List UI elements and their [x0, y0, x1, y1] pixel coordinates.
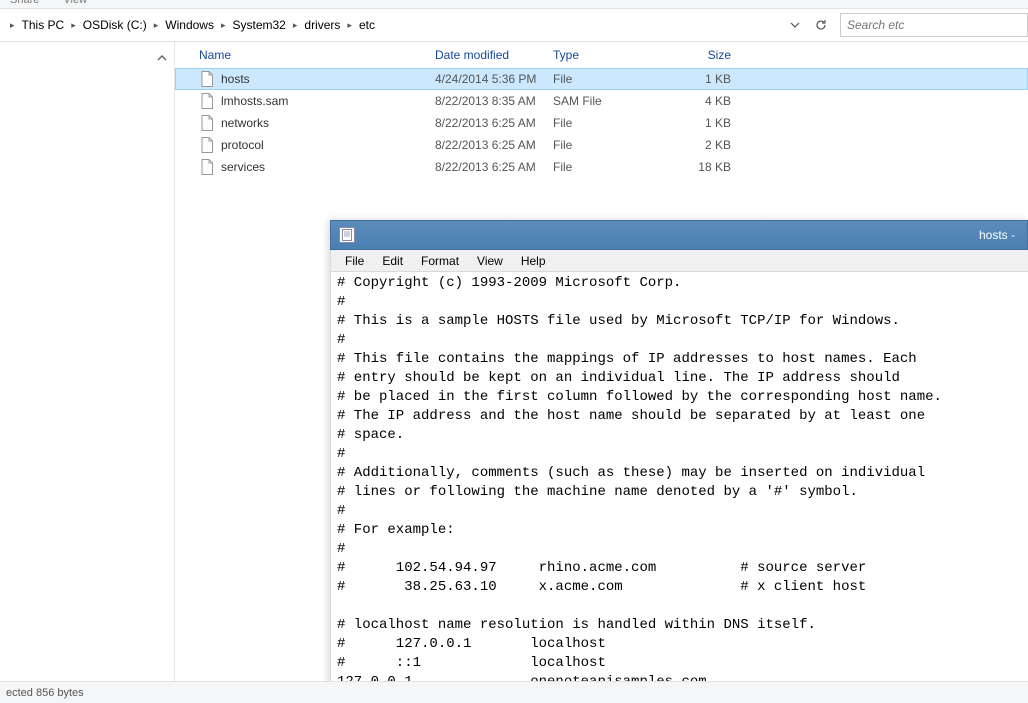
- file-size: 4 KB: [671, 94, 731, 108]
- chevron-right-icon[interactable]: ▸: [71, 20, 76, 31]
- file-type: File: [553, 116, 671, 130]
- chevron-right-icon[interactable]: ▸: [154, 20, 159, 31]
- breadcrumb-item[interactable]: drivers: [301, 13, 343, 37]
- column-headers[interactable]: Name Date modified Type Size: [175, 42, 1028, 68]
- file-row[interactable]: hosts 4/24/2014 5:36 PMFile1 KB: [175, 68, 1028, 90]
- address-bar: ▸ This PC ▸ OSDisk (C:) ▸ Windows ▸ Syst…: [0, 8, 1028, 42]
- file-date: 8/22/2013 6:25 AM: [435, 138, 553, 152]
- notepad-titlebar[interactable]: hosts -: [330, 220, 1028, 250]
- file-size: 1 KB: [671, 116, 731, 130]
- file-date: 8/22/2013 6:25 AM: [435, 160, 553, 174]
- search-box[interactable]: [840, 13, 1028, 37]
- breadcrumb-item[interactable]: etc: [356, 13, 378, 37]
- chevron-right-icon[interactable]: ▸: [293, 20, 298, 31]
- file-type: File: [553, 160, 671, 174]
- scroll-up-icon[interactable]: [154, 50, 170, 66]
- breadcrumb-item[interactable]: This PC: [19, 13, 68, 37]
- file-type: File: [553, 138, 671, 152]
- menu-edit[interactable]: Edit: [374, 252, 411, 270]
- file-date: 8/22/2013 6:25 AM: [435, 116, 553, 130]
- menu-view[interactable]: View: [469, 252, 511, 270]
- chevron-right-icon[interactable]: ▸: [347, 20, 352, 31]
- file-icon: [199, 159, 215, 175]
- file-name: services: [221, 160, 265, 174]
- file-size: 1 KB: [671, 72, 731, 86]
- file-name: protocol: [221, 138, 264, 152]
- file-date: 8/22/2013 8:35 AM: [435, 94, 553, 108]
- column-header-date[interactable]: Date modified: [435, 48, 553, 62]
- file-icon: [199, 71, 215, 87]
- file-type: SAM File: [553, 94, 671, 108]
- menu-file[interactable]: File: [337, 252, 372, 270]
- menu-format[interactable]: Format: [413, 252, 467, 270]
- ribbon-tabs: Share View: [0, 0, 1028, 8]
- column-header-name[interactable]: Name: [199, 48, 435, 62]
- search-input[interactable]: [847, 18, 1021, 32]
- breadcrumb-item[interactable]: OSDisk (C:): [80, 13, 150, 37]
- breadcrumb[interactable]: ▸ This PC ▸ OSDisk (C:) ▸ Windows ▸ Syst…: [0, 13, 776, 37]
- ribbon-tab-view[interactable]: View: [63, 0, 87, 6]
- file-size: 18 KB: [671, 160, 731, 174]
- file-icon: [199, 93, 215, 109]
- ribbon-tab-share[interactable]: Share: [10, 0, 39, 6]
- breadcrumb-item[interactable]: System32: [230, 13, 289, 37]
- file-row[interactable]: protocol 8/22/2013 6:25 AMFile2 KB: [175, 134, 1028, 156]
- status-bar: ected 856 bytes: [0, 681, 1028, 703]
- file-row[interactable]: networks 8/22/2013 6:25 AMFile1 KB: [175, 112, 1028, 134]
- notepad-text-area[interactable]: # Copyright (c) 1993-2009 Microsoft Corp…: [330, 272, 1028, 703]
- file-name: networks: [221, 116, 269, 130]
- file-name: lmhosts.sam: [221, 94, 288, 108]
- file-name: hosts: [221, 72, 250, 86]
- navigation-pane[interactable]: [0, 42, 175, 681]
- breadcrumb-item[interactable]: Windows: [162, 13, 217, 37]
- history-dropdown-icon[interactable]: [786, 16, 804, 34]
- notepad-menubar: File Edit Format View Help: [330, 250, 1028, 272]
- chevron-right-icon[interactable]: ▸: [221, 20, 226, 31]
- refresh-icon[interactable]: [812, 16, 830, 34]
- file-date: 4/24/2014 5:36 PM: [435, 72, 553, 86]
- notepad-window[interactable]: hosts - File Edit Format View Help # Cop…: [330, 220, 1028, 703]
- notepad-title: hosts -: [363, 228, 1019, 242]
- file-icon: [199, 115, 215, 131]
- chevron-right-icon[interactable]: ▸: [10, 20, 15, 31]
- file-row[interactable]: lmhosts.sam 8/22/2013 8:35 AMSAM File4 KB: [175, 90, 1028, 112]
- notepad-icon: [339, 227, 355, 243]
- file-type: File: [553, 72, 671, 86]
- file-row[interactable]: services 8/22/2013 6:25 AMFile18 KB: [175, 156, 1028, 178]
- column-header-size[interactable]: Size: [671, 48, 731, 62]
- file-icon: [199, 137, 215, 153]
- status-text: ected 856 bytes: [6, 687, 84, 699]
- file-size: 2 KB: [671, 138, 731, 152]
- menu-help[interactable]: Help: [513, 252, 554, 270]
- column-header-type[interactable]: Type: [553, 48, 671, 62]
